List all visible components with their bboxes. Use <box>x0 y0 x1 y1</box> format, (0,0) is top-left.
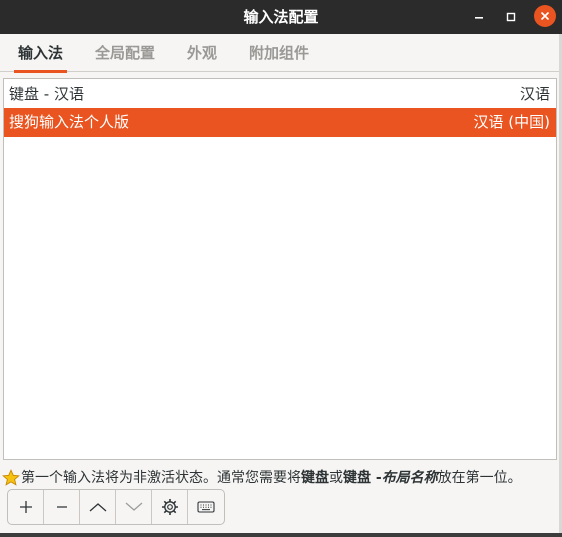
configure-button[interactable] <box>152 490 188 524</box>
add-icon <box>19 501 32 513</box>
hint-text-1: 第一个输入法将为非激活状态。通常您需要将 <box>21 470 301 486</box>
hint-bold-keyboard: 键盘 <box>301 470 329 486</box>
tab-appearance[interactable]: 外观 <box>187 34 217 72</box>
keyboard-layout-button[interactable] <box>188 490 224 524</box>
row-name: 键盘 - 汉语 <box>9 85 84 103</box>
input-method-list[interactable]: 键盘 - 汉语 汉语 搜狗输入法个人版 汉语 (中国) <box>3 78 557 460</box>
hint-message: 第一个输入法将为非激活状态。通常您需要将 键盘或键盘 - 布局名称 放在第一位。 <box>2 467 562 489</box>
hint-text-2: 或 <box>329 470 343 486</box>
close-button[interactable] <box>534 5 556 27</box>
add-button[interactable] <box>8 490 44 524</box>
tab-input-method[interactable]: 输入法 <box>13 34 68 73</box>
minimize-icon <box>475 17 483 19</box>
row-language: 汉语 (中国) <box>473 113 550 131</box>
hint-text-3: 放在第一位。 <box>437 470 522 486</box>
maximize-icon <box>506 12 516 22</box>
list-row-sogou[interactable]: 搜狗输入法个人版 汉语 (中国) <box>4 108 556 137</box>
window-bottom-edge <box>0 533 562 537</box>
row-language: 汉语 <box>519 85 550 103</box>
title-bar: 输入法配置 <box>0 0 562 34</box>
hint-bold-italic-layout-name: 布局名称 <box>381 470 438 486</box>
move-down-icon <box>125 502 142 511</box>
keyboard-layout-icon <box>197 501 215 513</box>
hint-bold-keyboard-layout: 键盘 - <box>343 470 382 486</box>
tab-global-config[interactable]: 全局配置 <box>95 34 155 72</box>
maximize-button[interactable] <box>501 7 521 27</box>
star-icon <box>2 469 20 487</box>
minimize-button[interactable] <box>469 7 489 27</box>
move-up-button[interactable] <box>80 490 116 524</box>
remove-button[interactable] <box>44 490 80 524</box>
list-toolbar <box>7 489 225 525</box>
tab-addons[interactable]: 附加组件 <box>249 34 309 72</box>
tab-bar: 输入法 全局配置 外观 附加组件 <box>0 34 562 73</box>
close-icon <box>540 11 550 21</box>
move-down-button[interactable] <box>116 490 152 524</box>
move-up-icon <box>89 503 106 512</box>
row-name: 搜狗输入法个人版 <box>9 113 130 131</box>
configure-icon <box>161 499 178 515</box>
remove-icon <box>56 506 67 508</box>
list-row-keyboard[interactable]: 键盘 - 汉语 汉语 <box>4 80 556 109</box>
